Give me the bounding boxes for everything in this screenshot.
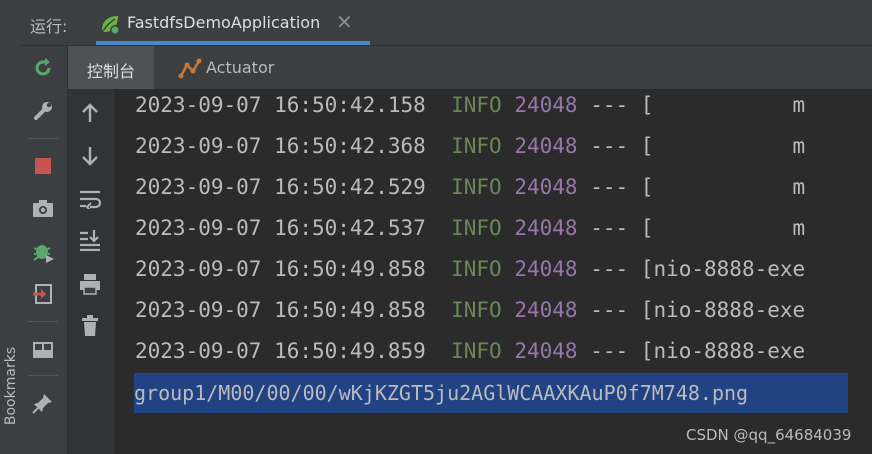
console-tab-bar: 控制台 Actuator (68, 46, 872, 89)
watermark: CSDN @qq_64684039 (686, 426, 852, 444)
run-config-tab-label: FastdfsDemoApplication (127, 13, 321, 32)
log-line: 2023-09-07 16:50:42.529 INFO 24048 --- [… (135, 175, 806, 199)
run-header: 运行: FastdfsDemoApplication ✕ (20, 0, 872, 46)
soft-wrap-icon[interactable] (78, 187, 102, 211)
log-line: 2023-09-07 16:50:42.537 INFO 24048 --- [… (135, 216, 806, 240)
print-icon[interactable] (78, 272, 102, 296)
trash-icon[interactable] (78, 314, 102, 338)
toolbar-divider (28, 321, 58, 322)
toolbar-divider (28, 375, 58, 376)
log-line: 2023-09-07 16:50:42.158 INFO 24048 --- [… (135, 93, 806, 117)
tab-console-label: 控制台 (87, 62, 136, 81)
tab-actuator-label: Actuator (206, 58, 275, 77)
log-line: 2023-09-07 16:50:49.859 INFO 24048 --- [… (135, 339, 806, 363)
uploaded-file-path: group1/M00/00/00/wKjKZGT5ju2AGlWCAAXKAuP… (134, 381, 749, 405)
run-toolbar (20, 46, 68, 454)
close-icon[interactable]: ✕ (336, 10, 353, 34)
selected-output-line[interactable]: group1/M00/00/00/wKjKZGT5ju2AGlWCAAXKAuP… (134, 373, 848, 413)
active-tab-indicator (96, 41, 370, 45)
run-config-tab[interactable]: FastdfsDemoApplication ✕ (96, 8, 370, 45)
console-toolbar (68, 89, 114, 454)
arrow-up-icon[interactable] (78, 101, 102, 125)
log-line: 2023-09-07 16:50:42.368 INFO 24048 --- [… (135, 134, 806, 158)
debug-bug-icon[interactable] (31, 240, 55, 264)
spring-boot-run-icon (98, 12, 122, 40)
tab-console[interactable]: 控制台 (68, 46, 154, 89)
bookmarks-tab[interactable]: Bookmarks (3, 347, 19, 425)
arrow-down-icon[interactable] (78, 144, 102, 168)
log-line: 2023-09-07 16:50:49.858 INFO 24048 --- [… (135, 257, 806, 281)
bookmarks-strip: Bookmarks (0, 0, 21, 454)
layout-icon[interactable] (31, 338, 55, 362)
actuator-icon (178, 57, 202, 83)
scroll-to-end-icon[interactable] (78, 228, 102, 252)
wrench-icon[interactable] (31, 99, 55, 123)
rerun-icon[interactable] (31, 56, 55, 80)
pin-icon[interactable] (31, 391, 55, 415)
toolbar-divider (28, 138, 58, 139)
log-line: 2023-09-07 16:50:49.858 INFO 24048 --- [… (135, 298, 806, 322)
stop-icon[interactable] (31, 154, 55, 178)
tab-actuator[interactable]: Actuator (178, 46, 298, 89)
camera-icon[interactable] (31, 196, 55, 220)
run-panel-title: 运行: (30, 17, 68, 36)
exit-icon[interactable] (31, 282, 55, 306)
